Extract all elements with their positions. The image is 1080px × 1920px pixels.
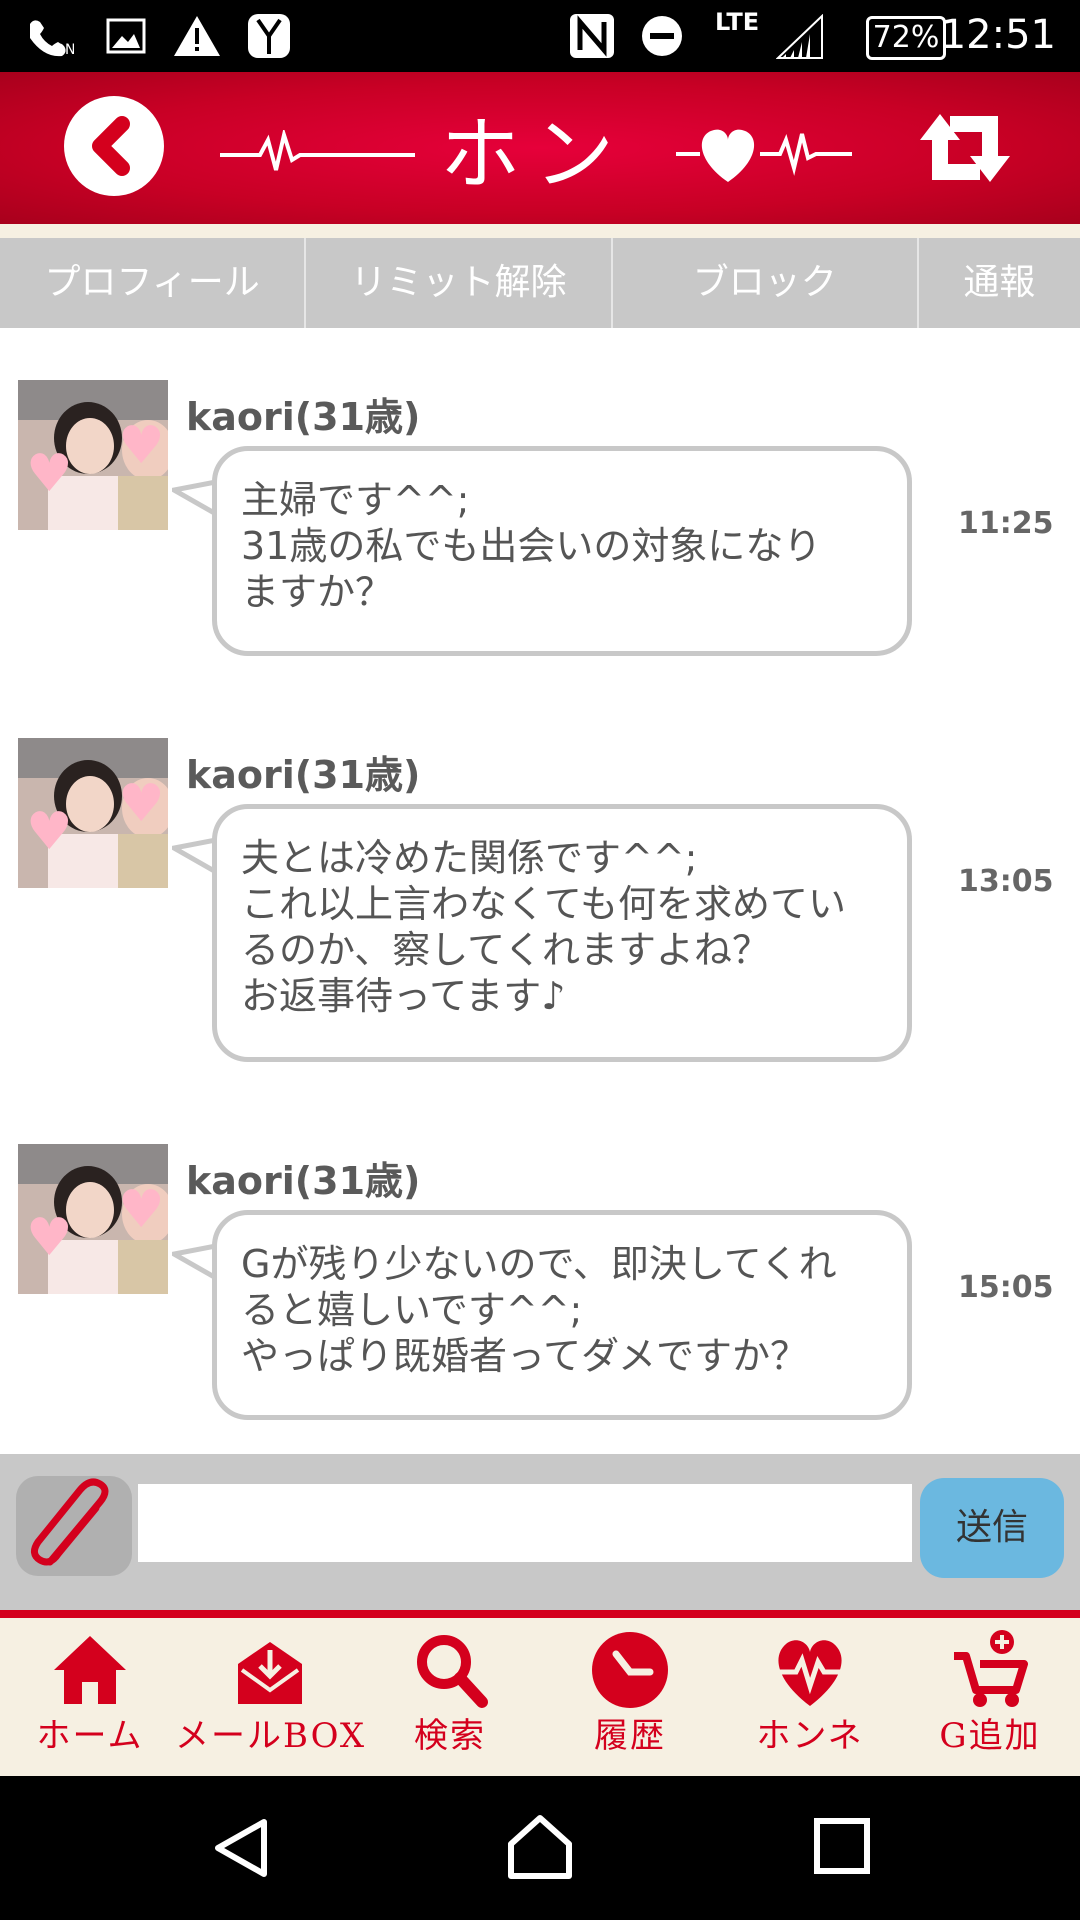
nav-item-mailbox[interactable]: メールBOX bbox=[175, 1618, 364, 1776]
tab-block[interactable]: ブロック bbox=[613, 238, 919, 328]
do-not-disturb-icon bbox=[642, 16, 682, 56]
nav-label: G追加 bbox=[939, 1716, 1041, 1756]
tuxedo-icon bbox=[248, 14, 290, 58]
heart-sticker-icon: ♥ bbox=[26, 1208, 73, 1268]
message-line: ますか？ bbox=[241, 570, 394, 614]
nav-item-history[interactable]: 履歴 bbox=[545, 1618, 715, 1776]
mailbox-icon bbox=[238, 1642, 302, 1704]
svg-text:ON: ON bbox=[54, 42, 74, 58]
cart-plus-icon bbox=[954, 1630, 1028, 1707]
nav-divider bbox=[0, 1610, 1080, 1618]
chevron-left-icon bbox=[92, 116, 130, 176]
clock-time: 12:51 bbox=[940, 12, 1056, 58]
message-time: 13:05 bbox=[958, 864, 1054, 899]
nfc-icon bbox=[570, 14, 614, 58]
message-time: 11:25 bbox=[958, 506, 1054, 541]
nav-label: 検索 bbox=[414, 1716, 486, 1756]
bubble-tail bbox=[172, 837, 216, 875]
home-icon bbox=[54, 1636, 126, 1704]
nav-item-add-g[interactable]: G追加 bbox=[905, 1618, 1075, 1776]
nav-item-search[interactable]: 検索 bbox=[365, 1618, 535, 1776]
message-bubble: 主婦です^^; 31歳の私でも出会いの対象になり ますか？ bbox=[212, 446, 912, 656]
wifi-calling-icon: ON bbox=[30, 20, 74, 58]
attach-button[interactable] bbox=[16, 1476, 132, 1576]
sender-name: kaori(31歳) bbox=[186, 753, 421, 797]
message-bubble: 夫とは冷めた関係です^^; これ以上言わなくても何を求めてい るのか、察してくれ… bbox=[212, 804, 912, 1062]
message-line: 主婦です^^; bbox=[241, 478, 470, 522]
heart-sticker-icon: ♥ bbox=[26, 444, 73, 504]
message-line: 31歳の私でも出会いの対象になり bbox=[241, 524, 822, 568]
heart-sticker-icon: ♥ bbox=[118, 774, 165, 834]
app-logo: ホンネ bbox=[220, 90, 860, 317]
system-recents-icon[interactable] bbox=[812, 1816, 872, 1876]
image-icon bbox=[106, 18, 146, 54]
system-nav-bar bbox=[0, 1776, 1080, 1920]
nav-label: ホーム bbox=[36, 1716, 144, 1756]
app-header: ホンネ bbox=[0, 72, 1080, 317]
heart-sticker-icon: ♥ bbox=[118, 1180, 165, 1240]
system-back-icon[interactable] bbox=[210, 1816, 274, 1880]
avatar[interactable]: ♥ ♥ bbox=[18, 738, 168, 888]
avatar[interactable]: ♥ ♥ bbox=[18, 380, 168, 530]
message-line: Gが残り少ないので、即決してくれ bbox=[241, 1242, 837, 1286]
status-bar: ON LTE 72% 12:51 bbox=[0, 0, 1080, 72]
system-home-icon[interactable] bbox=[505, 1812, 575, 1882]
tab-profile[interactable]: プロフィール bbox=[0, 238, 307, 328]
sender-name: kaori(31歳) bbox=[186, 1159, 421, 1203]
nav-label: 履歴 bbox=[594, 1716, 666, 1756]
search-icon bbox=[417, 1635, 488, 1708]
message-line: これ以上言わなくても何を求めてい bbox=[241, 882, 846, 926]
message-line: やっぱり既婚者ってダメですか？ bbox=[241, 1334, 808, 1378]
tab-limit-release[interactable]: リミット解除 bbox=[306, 238, 613, 328]
refresh-button[interactable] bbox=[910, 100, 1020, 196]
bubble-tail bbox=[172, 479, 216, 517]
send-button[interactable]: 送信 bbox=[920, 1478, 1064, 1578]
sender-name: kaori(31歳) bbox=[186, 395, 421, 439]
refresh-arrows-icon bbox=[920, 114, 1010, 182]
network-type: LTE bbox=[715, 8, 760, 36]
bubble-tail bbox=[172, 1243, 216, 1281]
avatar[interactable]: ♥ ♥ bbox=[18, 1144, 168, 1294]
message-input[interactable] bbox=[138, 1484, 912, 1562]
warning-icon bbox=[174, 16, 220, 56]
heart-sticker-icon: ♥ bbox=[26, 802, 73, 862]
heart-sticker-icon: ♥ bbox=[118, 416, 165, 476]
nav-label: ホンネ bbox=[756, 1716, 864, 1756]
message-line: るのか、察してくれますよね？ bbox=[241, 928, 770, 972]
message-line: ると嬉しいです^^; bbox=[241, 1288, 583, 1332]
action-tabs: プロフィール リミット解除 ブロック 通報 bbox=[0, 238, 1080, 328]
nav-item-honne[interactable]: ホンネ bbox=[725, 1618, 895, 1776]
message-time: 15:05 bbox=[958, 1270, 1054, 1305]
message-line: 夫とは冷めた関係です^^; bbox=[241, 836, 698, 880]
heartbeat-line-left-icon bbox=[220, 130, 415, 171]
header-divider bbox=[0, 224, 1080, 238]
paperclip-icon bbox=[31, 1478, 109, 1566]
message-line: お返事待ってます♪ bbox=[241, 974, 566, 1018]
nav-label: メールBOX bbox=[175, 1716, 367, 1756]
signal-icon bbox=[776, 14, 823, 59]
battery-icon: 72% bbox=[866, 16, 946, 60]
back-button[interactable] bbox=[64, 96, 164, 196]
tab-report[interactable]: 通報 bbox=[919, 238, 1080, 328]
message-input-bar: 送信 bbox=[0, 1454, 1080, 1610]
clock-icon bbox=[592, 1632, 668, 1708]
bottom-nav: ホーム メールBOX 検索 履歴 ホンネ G追加 bbox=[0, 1618, 1080, 1776]
message-bubble: Gが残り少ないので、即決してくれ ると嬉しいです^^; やっぱり既婚者ってダメで… bbox=[212, 1210, 912, 1420]
nav-item-home[interactable]: ホーム bbox=[5, 1618, 175, 1776]
heart-pulse-icon bbox=[778, 1640, 842, 1706]
heart-icon bbox=[676, 129, 852, 182]
